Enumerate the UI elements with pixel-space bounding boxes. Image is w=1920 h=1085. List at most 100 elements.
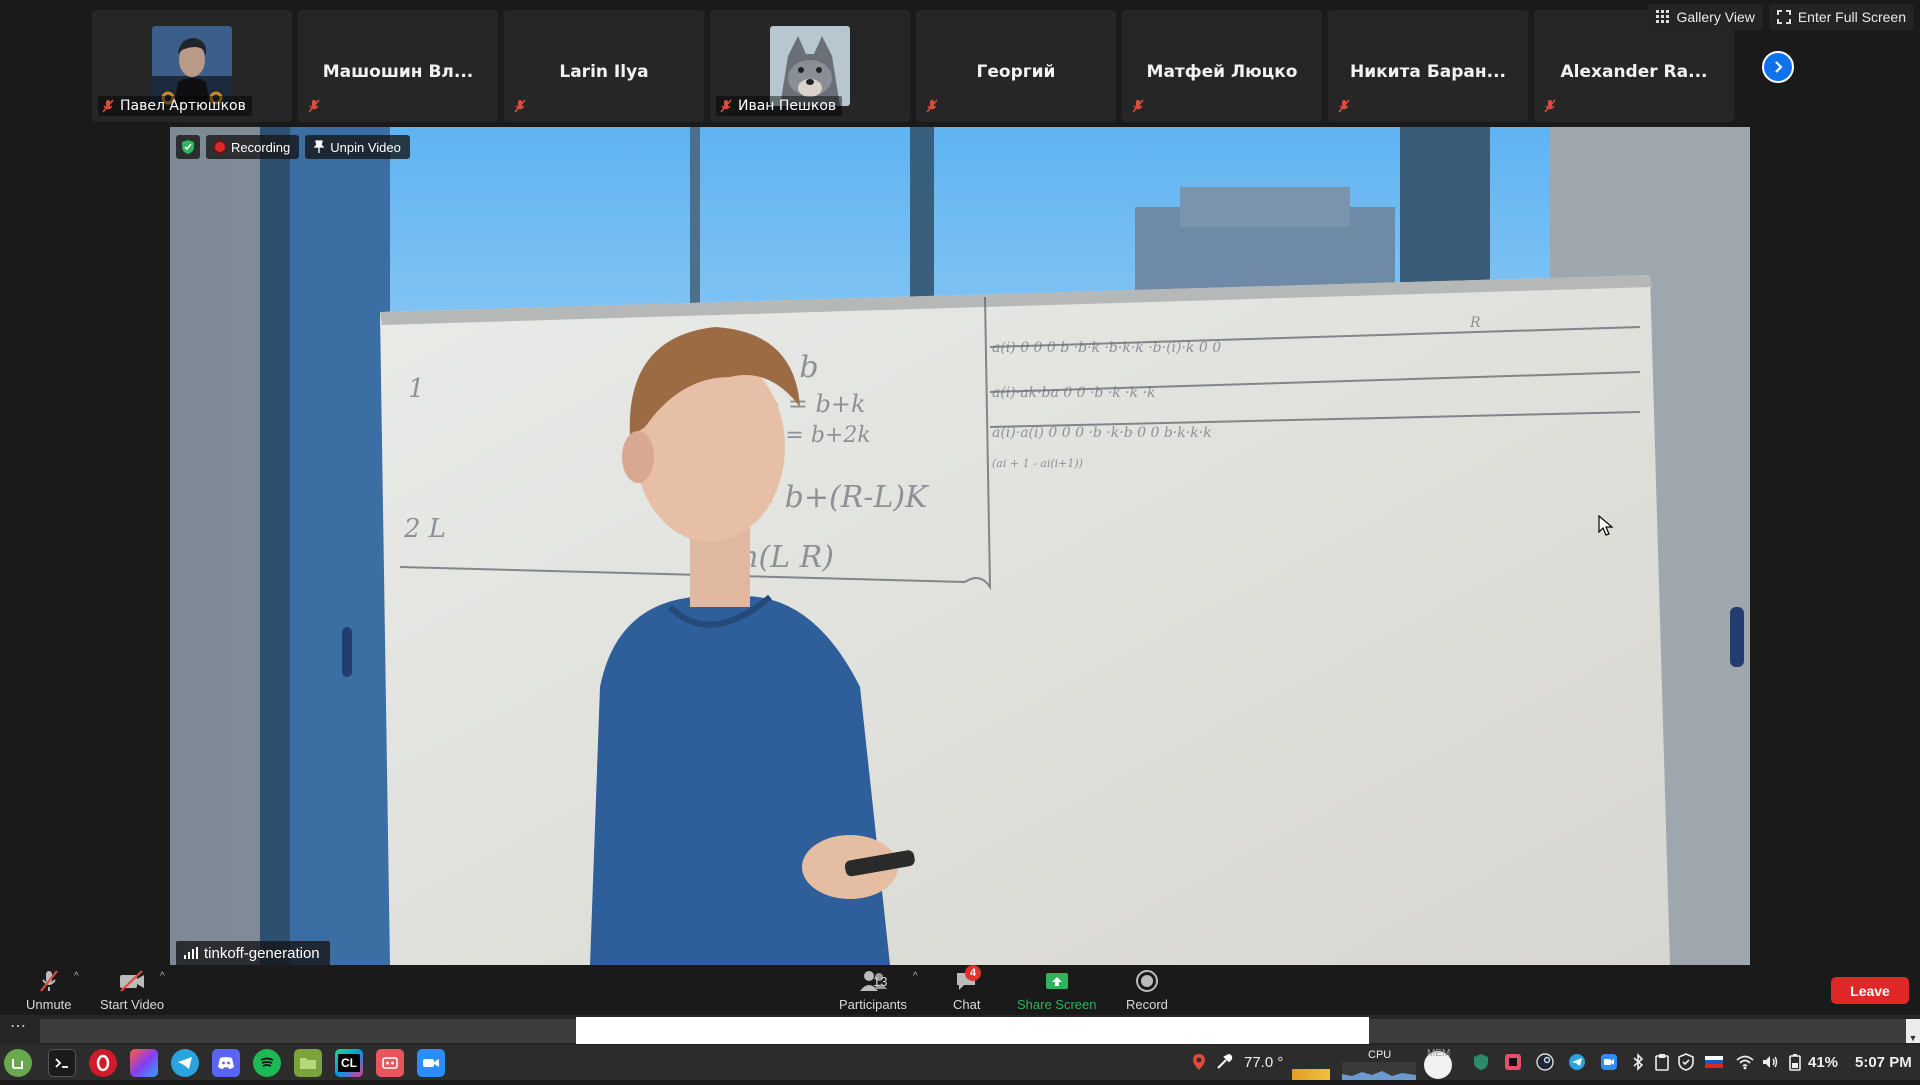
zoom-app-icon[interactable]	[417, 1049, 445, 1077]
files-icon[interactable]	[294, 1049, 322, 1077]
enter-full-screen-label: Enter Full Screen	[1798, 9, 1906, 25]
participants-options-caret-icon[interactable]: ^	[913, 971, 918, 982]
participant-tile[interactable]: Иван Пешков	[710, 10, 910, 122]
clock[interactable]: 5:07 PM	[1855, 1045, 1912, 1080]
spotify-icon[interactable]	[253, 1049, 281, 1077]
update-shield-icon[interactable]	[1677, 1053, 1695, 1071]
clion-icon[interactable]: CL	[335, 1049, 363, 1077]
recording-indicator[interactable]: Recording	[206, 135, 299, 159]
discord-logo-icon	[217, 1056, 235, 1070]
unmute-button[interactable]: Unmute	[26, 969, 72, 1012]
record-button[interactable]: Record	[1126, 969, 1168, 1012]
participant-tile[interactable]: Матфей Люцко	[1122, 10, 1322, 122]
taskbar: CL 77.0 ° CPU MEM 41% 5:07 PM	[0, 1045, 1920, 1080]
record-label: Record	[1126, 997, 1168, 1012]
zoom-camera-icon	[422, 1057, 440, 1069]
participant-name: Иван Пешков	[738, 98, 836, 114]
jetbrains-toolbox-tray-icon[interactable]	[1504, 1053, 1522, 1071]
participants-button[interactable]: 13 Participants	[839, 969, 907, 1012]
volume-icon[interactable]	[1761, 1053, 1779, 1071]
chevron-right-icon	[1771, 60, 1785, 74]
keyboard-layout-ru-flag-icon[interactable]	[1705, 1053, 1723, 1071]
location-pin-icon[interactable]	[1190, 1053, 1208, 1071]
shield-icon	[181, 139, 195, 155]
terminal-icon[interactable]	[48, 1049, 76, 1077]
svg-text:a(i) 0 0 0 b ·b·k ·b·: a(i) 0 0 0 b ·b·k ·b·k·k ·b·(i)·k 0 0	[992, 340, 1221, 356]
next-page-button[interactable]	[1762, 51, 1794, 83]
share-screen-label: Share Screen	[1017, 997, 1097, 1012]
app-gallery-icon[interactable]	[376, 1049, 404, 1077]
speaker-name-tag: tinkoff-generation	[176, 941, 330, 965]
participant-name: Павел Артюшков	[120, 98, 246, 114]
mouse-cursor-icon	[1598, 515, 1614, 537]
participant-tile[interactable]: Никита Баран...	[1328, 10, 1528, 122]
wifi-icon[interactable]	[1736, 1053, 1754, 1071]
muted-mic-icon	[512, 98, 528, 114]
scrollbar-thumb[interactable]	[576, 1017, 1369, 1044]
battery-percent: 41%	[1808, 1045, 1838, 1080]
avatar	[770, 26, 850, 106]
pin-icon	[314, 140, 324, 154]
start-video-label: Start Video	[100, 997, 164, 1012]
telegram-icon[interactable]	[171, 1049, 199, 1077]
svg-text:a(i)·a(i) 0 0 0 ·b ·k·b: a(i)·a(i) 0 0 0 ·b ·k·b 0 0 b·k·k·k	[992, 425, 1212, 441]
record-dot-icon	[215, 142, 225, 152]
main-video[interactable]: 1 2 L + = b + = b+k + = b+2k = b+(R-L)K …	[170, 127, 1750, 965]
signal-icon	[184, 947, 198, 959]
chat-unread-badge: 4	[965, 965, 981, 981]
zoom-tray-icon[interactable]	[1600, 1053, 1618, 1071]
gallery-view-label: Gallery View	[1677, 9, 1755, 25]
unpin-video-button[interactable]: Unpin Video	[305, 135, 410, 159]
participant-tile[interactable]: Георгий	[916, 10, 1116, 122]
participant-tile[interactable]: Larin Ilya	[504, 10, 704, 122]
mint-menu-icon[interactable]	[4, 1049, 32, 1077]
participant-name: Машошин Вл...	[298, 62, 498, 82]
video-off-icon	[118, 969, 146, 993]
participant-name-bar: Павел Артюшков	[98, 96, 252, 116]
muted-mic-icon	[718, 98, 734, 114]
more-options-icon[interactable]: ⋯	[10, 1016, 27, 1036]
telegram-tray-icon[interactable]	[1568, 1053, 1586, 1071]
leave-button[interactable]: Leave	[1831, 977, 1909, 1004]
video-badges: Recording Unpin Video	[176, 135, 410, 159]
svg-text:1: 1	[408, 374, 425, 404]
recording-label: Recording	[231, 140, 290, 155]
participants-count: 13	[873, 974, 887, 989]
participant-tile[interactable]: Павел Артюшков	[92, 10, 292, 122]
participants-strip: Павел Артюшков Машошин Вл... Larin Ilya …	[0, 0, 1920, 126]
speaker-name: tinkoff-generation	[204, 945, 320, 962]
enter-full-screen-button[interactable]: Enter Full Screen	[1769, 4, 1914, 30]
bluetooth-icon[interactable]	[1629, 1053, 1647, 1071]
jetbrains-toolbox-icon[interactable]	[130, 1049, 158, 1077]
battery-icon[interactable]	[1786, 1053, 1804, 1071]
scroll-down-icon[interactable]: ▼	[1906, 1019, 1920, 1043]
clipboard-icon[interactable]	[1653, 1053, 1671, 1071]
share-screen-button[interactable]: Share Screen	[1017, 969, 1097, 1012]
svg-text:(ai + 1 - ai(i+1)): (ai + 1 - ai(i+1))	[992, 457, 1083, 470]
record-icon	[1135, 969, 1159, 993]
paper-plane-icon	[177, 1056, 193, 1070]
eyedropper-icon[interactable]	[1215, 1053, 1233, 1071]
participant-name: Георгий	[916, 62, 1116, 82]
chat-button[interactable]: 4 Chat	[953, 969, 980, 1012]
cpu-label: CPU	[1368, 1037, 1391, 1072]
view-controls: Gallery View Enter Full Screen	[1642, 0, 1920, 34]
svg-text:R: R	[1469, 315, 1481, 331]
audio-options-caret-icon[interactable]: ^	[74, 971, 79, 982]
video-options-caret-icon[interactable]: ^	[160, 971, 165, 982]
start-video-button[interactable]: Start Video	[100, 969, 164, 1012]
encryption-badge[interactable]	[176, 135, 200, 159]
video-frame: 1 2 L + = b + = b+k + = b+2k = b+(R-L)K …	[170, 127, 1750, 965]
svg-text:2 L: 2 L	[403, 514, 446, 544]
temperature-readout[interactable]: 77.0 °	[1244, 1045, 1283, 1080]
vpn-shield-icon[interactable]	[1472, 1053, 1490, 1071]
participant-name: Alexander Ra...	[1534, 62, 1734, 82]
share-screen-icon	[1044, 969, 1070, 993]
gallery-view-button[interactable]: Gallery View	[1648, 4, 1763, 30]
opera-icon[interactable]	[89, 1049, 117, 1077]
muted-mic-icon	[1130, 98, 1146, 114]
fullscreen-icon	[1777, 10, 1791, 24]
discord-icon[interactable]	[212, 1049, 240, 1077]
steam-icon[interactable]	[1536, 1053, 1554, 1071]
participant-tile[interactable]: Машошин Вл...	[298, 10, 498, 122]
